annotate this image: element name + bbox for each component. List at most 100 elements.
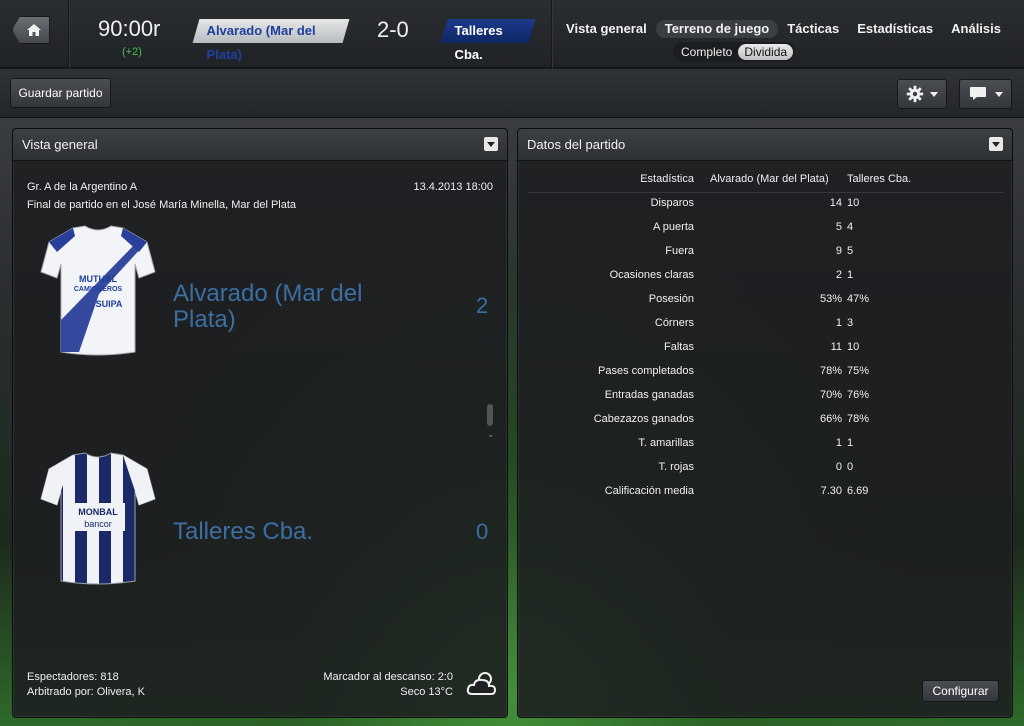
table-row: A puerta 5 4 [528, 221, 1004, 245]
stat-label: Cabezazos ganados [593, 413, 694, 425]
table-row: Pases completados 78% 75% [528, 365, 1004, 389]
stat-away-value: 75% [847, 365, 870, 377]
stat-home-value: 9 [835, 245, 842, 257]
stat-label: Faltas [664, 341, 694, 353]
away-team-score: 0 [476, 519, 489, 544]
sponsor-text: bancor [84, 519, 112, 529]
stat-label: T. amarillas [638, 437, 694, 449]
stat-label: Calificación media [604, 485, 694, 497]
panel-menu-button[interactable] [484, 137, 498, 151]
chevron-down-icon[interactable]: ⌄ [487, 429, 495, 440]
sponsor-text: SUIPA [96, 299, 123, 309]
stat-home-value: 11 [830, 341, 842, 353]
table-row: Calificación media 7.30 6.69 [528, 485, 1004, 509]
divider [68, 0, 69, 68]
away-team-badge[interactable]: Talleres Cba. [440, 19, 536, 62]
column-header: Alvarado (Mar del Plata) [710, 173, 829, 185]
match-data-panel: Datos del partido Estadística Alvarado (… [517, 128, 1013, 718]
halftime-score: Marcador al descanso: 2:0 [323, 671, 453, 683]
stat-away-value: 76% [847, 389, 870, 401]
chat-button[interactable] [959, 79, 1012, 109]
stat-away-value: 1 [847, 269, 854, 281]
competition: Gr. A de la Argentino A [27, 181, 138, 193]
speech-bubble-icon [970, 87, 986, 100]
table-row: Córners 1 3 [528, 317, 1004, 341]
stat-home-value: 5 [835, 221, 842, 233]
stat-home-value: 53% [819, 293, 842, 305]
view-completo[interactable]: Completo [675, 44, 738, 60]
table-row: Ocasiones claras 2 1 [528, 269, 1004, 293]
toolbar [0, 69, 1024, 118]
added-time: (+2) [122, 46, 142, 58]
stat-label: Córners [654, 317, 694, 329]
away-shirt-image: MONBAL bancor [40, 452, 156, 585]
stats-table: Estadística Alvarado (Mar del Plata) Tal… [528, 173, 1004, 509]
partly-cloudy-icon [466, 672, 497, 695]
weather-text: Seco 13°C [400, 686, 453, 698]
chevron-down-icon [995, 92, 1003, 97]
overview-panel: Vista general Gr. A de la Argentino A 13… [12, 128, 508, 718]
column-header: Talleres Cba. [847, 173, 912, 185]
stat-label: Posesión [648, 293, 694, 305]
main-nav: Vista general Terreno de juego Tácticas … [557, 20, 1010, 38]
table-row: Faltas 11 10 [528, 341, 1004, 365]
stat-label: Pases completados [598, 365, 694, 377]
stat-home-value: 0 [835, 461, 842, 473]
table-row: T. rojas 0 0 [528, 461, 1004, 485]
table-row: Posesión 53% 47% [528, 293, 1004, 317]
referee: Arbitrado por: Olivera, K [27, 686, 145, 698]
table-row: Fuera 9 5 [528, 245, 1004, 269]
stat-label: Ocasiones claras [609, 269, 694, 281]
match-status: Final de partido en el José María Minell… [27, 199, 297, 211]
stat-away-value: 5 [847, 245, 854, 257]
attendance: Espectadores: 818 [27, 671, 119, 683]
table-header: Estadística Alvarado (Mar del Plata) Tal… [528, 173, 1004, 193]
match-datetime: 13.4.2013 18:00 [413, 181, 493, 193]
view-dividida[interactable]: Dividida [738, 44, 794, 60]
column-header: Estadística [640, 173, 694, 185]
home-team-score: 2 [476, 293, 489, 318]
home-button[interactable] [12, 16, 50, 44]
nav-vista-general[interactable]: Vista general [557, 20, 656, 38]
table-row: Disparos 14 10 [528, 197, 1004, 221]
view-mode-toggle: Completo Dividida [673, 42, 796, 62]
stat-away-value: 78% [847, 413, 870, 425]
stat-away-value: 6.69 [847, 485, 869, 497]
match-header: 90:00r (+2) Alvarado (Mar del Plata) 2-0… [0, 0, 1024, 68]
sponsor-text: MONBAL [78, 507, 118, 517]
stat-label: Entradas ganadas [604, 389, 694, 401]
table-row: Entradas ganadas 70% 76% [528, 389, 1004, 413]
panel-menu-button[interactable] [989, 137, 1003, 151]
panel-title: Datos del partido [518, 129, 1012, 161]
stat-label: A puerta [653, 221, 694, 233]
stat-home-value: 7.30 [820, 485, 842, 497]
stat-home-value: 78% [819, 365, 842, 377]
home-team-badge[interactable]: Alvarado (Mar del Plata) [192, 19, 350, 62]
home-team-label: Alvarado (Mar del Plata) [206, 23, 316, 62]
stat-away-value: 0 [847, 461, 854, 473]
nav-tacticas[interactable]: Tácticas [778, 20, 848, 38]
nav-analisis[interactable]: Análisis [942, 20, 1010, 38]
divider [551, 0, 552, 68]
stat-home-value: 2 [835, 269, 842, 281]
nav-estadisticas[interactable]: Estadísticas [848, 20, 942, 38]
table-row: Cabezazos ganados 66% 78% [528, 413, 1004, 437]
stat-home-value: 1 [835, 437, 842, 449]
stat-home-value: 70% [819, 389, 842, 401]
match-score: 2-0 [377, 17, 409, 42]
stat-away-value: 4 [847, 221, 854, 233]
away-team-label: Talleres Cba. [454, 23, 503, 62]
scrollbar-thumb[interactable] [487, 404, 493, 426]
configure-button[interactable]: Configurar [922, 680, 999, 702]
stat-label: T. rojas [658, 461, 694, 473]
stat-home-value: 1 [835, 317, 842, 329]
settings-button[interactable] [897, 79, 947, 109]
home-shirt-image: MUTUAL CAMIONEROS SUIPA [40, 225, 156, 356]
home-team-name: Alvarado (Mar del Plata) [173, 280, 363, 333]
stat-away-value: 10 [847, 197, 860, 209]
panel-title: Vista general [13, 129, 507, 161]
gear-icon [906, 85, 924, 103]
nav-terreno-de-juego[interactable]: Terreno de juego [655, 20, 779, 38]
save-match-button[interactable]: Guardar partido [10, 78, 111, 108]
chevron-down-icon [930, 92, 938, 97]
